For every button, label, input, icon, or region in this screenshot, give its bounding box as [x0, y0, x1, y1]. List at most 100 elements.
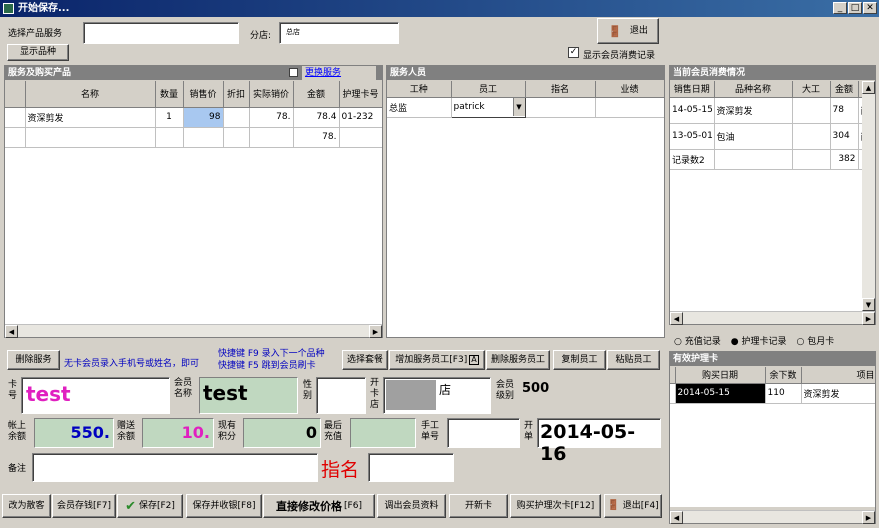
col-job[interactable]: 工种 [387, 81, 452, 98]
history-vscrollbar[interactable]: ▲ ▼ [862, 81, 875, 311]
save-button[interactable]: ✔ 保存[F2] [117, 494, 183, 518]
scroll-right-icon[interactable]: ▶ [862, 312, 875, 325]
cell[interactable]: 13-05-01 [670, 123, 715, 150]
add-staff-button[interactable]: 增加服务员工[F3] A [389, 350, 485, 370]
cell[interactable] [714, 149, 793, 170]
manual-no-field[interactable] [447, 418, 520, 448]
cell[interactable]: 78.4 [293, 107, 340, 128]
table-row[interactable]: 总监 patrick ▼ [387, 96, 664, 118]
cell[interactable] [792, 123, 831, 150]
open-store-field[interactable]: 店 [383, 377, 491, 414]
cell[interactable] [792, 97, 831, 124]
col-named[interactable]: 指名 [525, 81, 596, 98]
cards-hscrollbar[interactable]: ◀ ▶ [670, 510, 875, 524]
close-button[interactable]: ✕ [863, 2, 877, 14]
scroll-down-icon[interactable]: ▼ [862, 298, 875, 311]
cell[interactable] [155, 127, 184, 148]
scroll-right-icon[interactable]: ▶ [369, 325, 382, 338]
scroll-left-icon[interactable]: ◀ [670, 312, 683, 325]
new-card-button[interactable]: 开新卡 [449, 494, 508, 518]
col-buy-date[interactable]: 购买日期 [675, 367, 766, 384]
cell[interactable]: 304 [830, 123, 859, 150]
minimize-button[interactable]: _ [833, 2, 847, 14]
gift-field[interactable]: 10. [142, 418, 214, 448]
table-row[interactable]: 资深剪发 1 98 78. 78.4 01-232 [5, 107, 382, 128]
col-name[interactable]: 名称 [25, 81, 156, 108]
cell[interactable] [249, 127, 294, 148]
show-records-checkbox[interactable]: ✓ [568, 47, 579, 58]
cell[interactable] [525, 97, 596, 118]
save-checkout-button[interactable]: 保存并收银[F8] [186, 494, 262, 518]
cell[interactable]: 78 [830, 97, 859, 124]
col-actual-price[interactable]: 实际销价 [249, 81, 294, 108]
cell[interactable]: 总监 [387, 97, 452, 118]
table-row[interactable]: 78. [5, 127, 382, 148]
open-date-field[interactable]: 2014-05-16 [537, 418, 661, 465]
gender-field[interactable] [316, 377, 366, 414]
points-field[interactable]: 0 [243, 418, 321, 448]
cell[interactable]: 2014-05-15 [675, 383, 766, 404]
cell[interactable]: 记录数2 [670, 149, 715, 170]
delete-service-button[interactable]: 删除服务 [7, 350, 60, 370]
cell[interactable]: 1 [155, 107, 184, 128]
cell[interactable]: 包油 [714, 123, 793, 150]
cell[interactable] [595, 97, 664, 118]
col-performance[interactable]: 业绩 [595, 81, 664, 98]
radio-monthly[interactable]: ○ 包月卡 [796, 334, 834, 347]
scroll-left-icon[interactable]: ◀ [5, 325, 18, 338]
select-package-button[interactable]: 选择套餐 [342, 350, 388, 370]
table-row[interactable]: 记录数2 382 [670, 149, 862, 170]
named-field[interactable] [368, 453, 454, 482]
direct-price-button[interactable]: 直接修改价格 [F6] [263, 494, 375, 518]
cell[interactable]: 382 [830, 149, 859, 170]
col-discount[interactable]: 折扣 [223, 81, 250, 108]
cell[interactable] [223, 127, 250, 148]
copy-staff-button[interactable]: 复制员工 [553, 350, 606, 370]
table-row[interactable]: 14-05-15 资深剪发 78 西 [670, 97, 862, 124]
col-qty[interactable]: 数量 [155, 81, 184, 108]
member-name-field[interactable]: test [199, 377, 298, 414]
delete-staff-button[interactable]: 删除服务员工 [486, 350, 550, 370]
exit-top-button[interactable]: 🚪 退出 [597, 18, 659, 44]
cell[interactable] [339, 127, 382, 148]
cell[interactable]: 78. [293, 127, 340, 148]
cell[interactable]: 资深剪发 [25, 107, 156, 128]
buy-care-card-button[interactable]: 购买护理次卡[F12] [510, 494, 601, 518]
services-hscrollbar[interactable]: ◀ ▶ [5, 324, 382, 338]
col-item-name[interactable]: 品种名称 [714, 81, 793, 98]
history-hscrollbar[interactable]: ◀ ▶ [670, 311, 875, 325]
maximize-button[interactable]: □ [848, 2, 862, 14]
col-amount[interactable]: 金额 [293, 81, 340, 108]
cell[interactable] [792, 149, 831, 170]
change-service-label[interactable]: 更换服务 [302, 66, 376, 80]
cell[interactable]: 14-05-15 [670, 97, 715, 124]
walk-in-button[interactable]: 改为散客 [2, 494, 51, 518]
col-remaining[interactable]: 余下数 [765, 367, 802, 384]
col-employee[interactable]: 员工 [451, 81, 526, 98]
col-card-no[interactable]: 护理卡号 [339, 81, 382, 108]
exit-button[interactable]: 🚪 退出[F4] [604, 494, 662, 518]
table-row[interactable]: 2014-05-15 110 资深剪发 [670, 383, 875, 404]
cell[interactable]: 110 [765, 383, 802, 404]
store-input[interactable]: 总店 [279, 22, 399, 44]
scroll-up-icon[interactable]: ▲ [862, 81, 875, 94]
member-info-button[interactable]: 调出会员资料 [377, 494, 446, 518]
col-project[interactable]: 项目 [801, 367, 875, 384]
balance-field[interactable]: 550. [34, 418, 114, 448]
cell[interactable]: 78. [249, 107, 294, 128]
chevron-down-icon[interactable]: ▼ [512, 98, 524, 116]
cell[interactable]: 资深剪发 [801, 383, 875, 404]
product-input[interactable] [83, 22, 239, 44]
cell[interactable] [25, 127, 156, 148]
change-service-checkbox[interactable] [289, 68, 298, 77]
show-items-button[interactable]: 显示品种 [7, 44, 69, 61]
col-senior[interactable]: 大工 [792, 81, 831, 98]
paste-staff-button[interactable]: 粘贴员工 [607, 350, 660, 370]
note-field[interactable] [32, 453, 318, 482]
deposit-button[interactable]: 会员存钱[F7] [52, 494, 116, 518]
cell[interactable]: 98 [183, 107, 224, 128]
table-row[interactable]: 13-05-01 包油 304 西 [670, 123, 862, 150]
last-recharge-field[interactable] [350, 418, 416, 448]
cell[interactable]: 资深剪发 [714, 97, 793, 124]
employee-dropdown[interactable]: patrick ▼ [450, 96, 526, 118]
